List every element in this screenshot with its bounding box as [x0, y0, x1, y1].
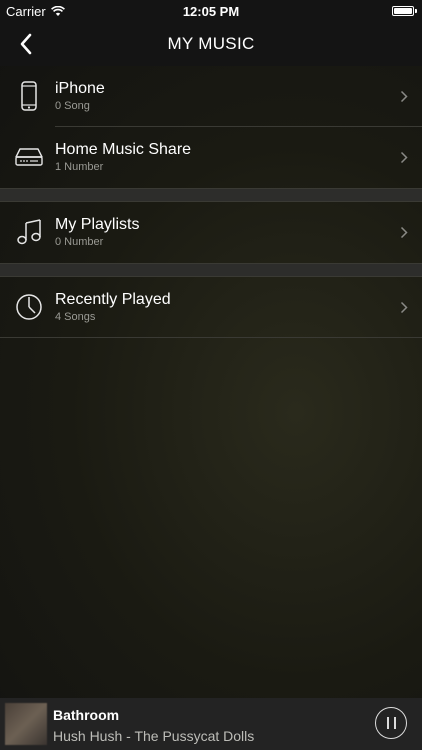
page-title: MY MUSIC [167, 34, 255, 53]
list-item-title: Recently Played [55, 291, 171, 308]
list-item-subtitle: 4 Songs [55, 311, 96, 323]
pause-icon [386, 717, 389, 729]
chevron-right-icon [400, 301, 408, 314]
music-source-list: iPhone 0 Song Home Music Share 1 Number [0, 66, 422, 338]
battery-level [394, 8, 412, 14]
now-playing-bar[interactable]: Bathroom Hush Hush - The Pussycat Dolls [0, 698, 422, 750]
list-item-subtitle: 0 Number [55, 236, 104, 248]
section-separator [0, 188, 422, 202]
album-art-thumbnail[interactable] [5, 703, 47, 745]
battery-icon [392, 6, 414, 16]
pause-icon-bar [393, 717, 396, 729]
list-item-subtitle: 0 Song [55, 100, 90, 112]
now-playing-title: Bathroom [53, 707, 120, 723]
status-bar: Carrier 12:05 PM [0, 0, 422, 22]
list-item-subtitle: 1 Number [55, 161, 104, 173]
pause-button[interactable] [375, 707, 407, 739]
music-note-icon [12, 215, 46, 249]
navigation-bar: MY MUSIC [0, 22, 422, 66]
chevron-right-icon [400, 226, 408, 239]
chevron-right-icon [400, 151, 408, 164]
list-item-title: iPhone [55, 80, 105, 97]
list-item-my-playlists[interactable]: My Playlists 0 Number [0, 202, 422, 263]
iphone-icon [12, 79, 46, 113]
list-item-recently-played[interactable]: Recently Played 4 Songs [0, 277, 422, 338]
clock-icon [12, 290, 46, 324]
chevron-right-icon [400, 90, 408, 103]
list-item-iphone[interactable]: iPhone 0 Song [0, 66, 422, 127]
network-storage-icon [12, 140, 46, 174]
battery-tip [415, 9, 417, 13]
clock-time: 12:05 PM [182, 4, 240, 19]
row-divider [0, 337, 422, 338]
list-item-title: My Playlists [55, 216, 140, 233]
now-playing-artist: Hush Hush - The Pussycat Dolls [53, 728, 255, 744]
list-item-home-music-share[interactable]: Home Music Share 1 Number [0, 127, 422, 188]
section-separator [0, 263, 422, 277]
list-item-title: Home Music Share [55, 141, 192, 158]
